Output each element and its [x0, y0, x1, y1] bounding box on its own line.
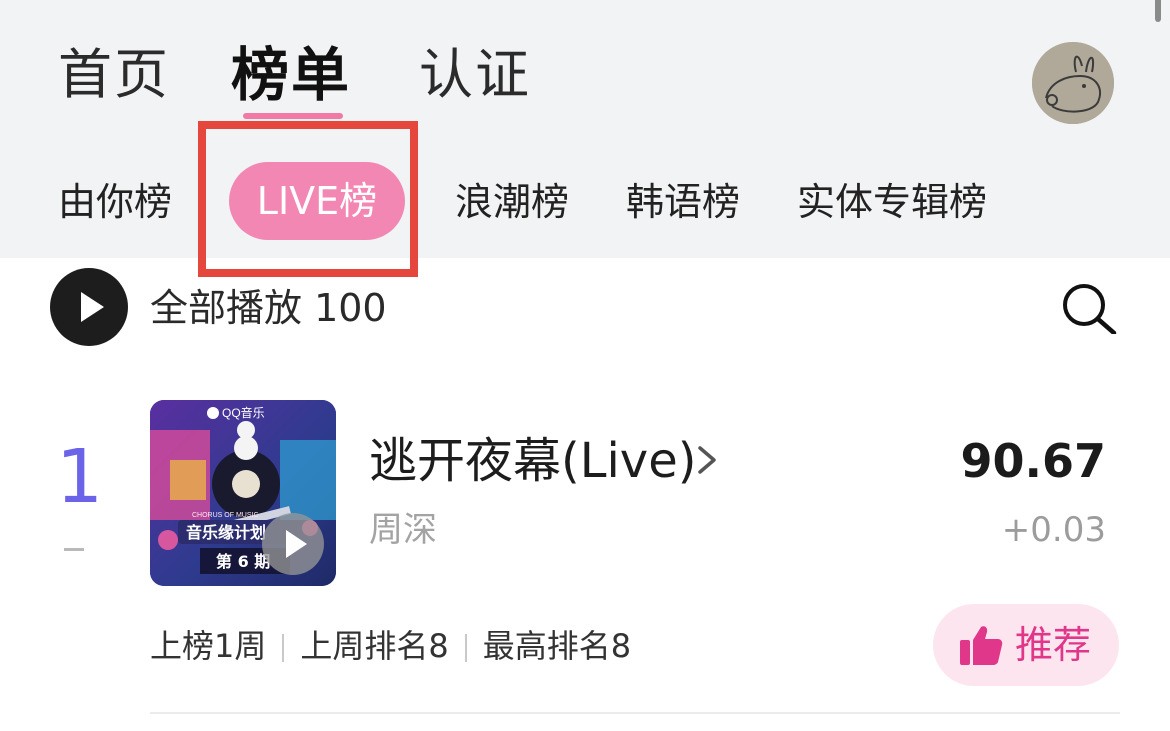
peak-rank: 最高排名8 [482, 627, 632, 665]
song-meta: 上榜1周 上周排名8 最高排名8 [150, 624, 631, 668]
subtab-youni[interactable]: 由你榜 [58, 176, 172, 228]
chevron-right-icon[interactable] [690, 442, 722, 478]
rank-change-indicator [64, 548, 84, 551]
play-all-label[interactable]: 全部播放 100 [150, 284, 387, 332]
recommend-label: 推荐 [1015, 623, 1092, 667]
cover-play-button[interactable] [262, 513, 324, 575]
play-icon [81, 292, 104, 322]
selection-highlight-box [198, 121, 418, 277]
tab-certification[interactable]: 认证 [419, 40, 531, 110]
rabbit-sketch-icon [1032, 42, 1114, 124]
thumbs-up-icon [960, 626, 1003, 665]
subtab-korean[interactable]: 韩语榜 [626, 176, 740, 228]
meta-separator [282, 634, 285, 662]
cover-brand-text: QQ音乐 [222, 405, 265, 420]
play-all-button[interactable] [50, 268, 128, 346]
song-title[interactable]: 逃开夜幕(Live) [369, 430, 696, 492]
subtab-langchao[interactable]: 浪潮榜 [455, 176, 569, 228]
meta-separator [464, 634, 467, 662]
search-icon[interactable] [1060, 282, 1118, 334]
active-tab-underline [243, 113, 343, 119]
subtab-physical-album[interactable]: 实体专辑榜 [797, 176, 987, 228]
header-background [0, 0, 1170, 258]
recommend-button[interactable]: 推荐 [933, 604, 1119, 686]
cover-show-cn: 音乐缘计划 [186, 523, 266, 542]
row-divider [150, 712, 1120, 714]
scroll-indicator [1155, 0, 1161, 22]
avatar[interactable] [1032, 42, 1114, 124]
cover-show-en: CHORUS OF MUSIC [192, 512, 259, 519]
song-score: 90.67 [960, 434, 1106, 488]
tab-home[interactable]: 首页 [58, 40, 170, 110]
weeks-on-chart: 上榜1周 [150, 627, 267, 665]
play-icon [286, 530, 307, 558]
song-artist[interactable]: 周深 [369, 508, 437, 552]
score-delta: +0.03 [1001, 510, 1106, 550]
tab-charts[interactable]: 榜单 [231, 40, 351, 110]
song-rank: 1 [56, 434, 104, 520]
last-week-rank: 上周排名8 [300, 627, 449, 665]
